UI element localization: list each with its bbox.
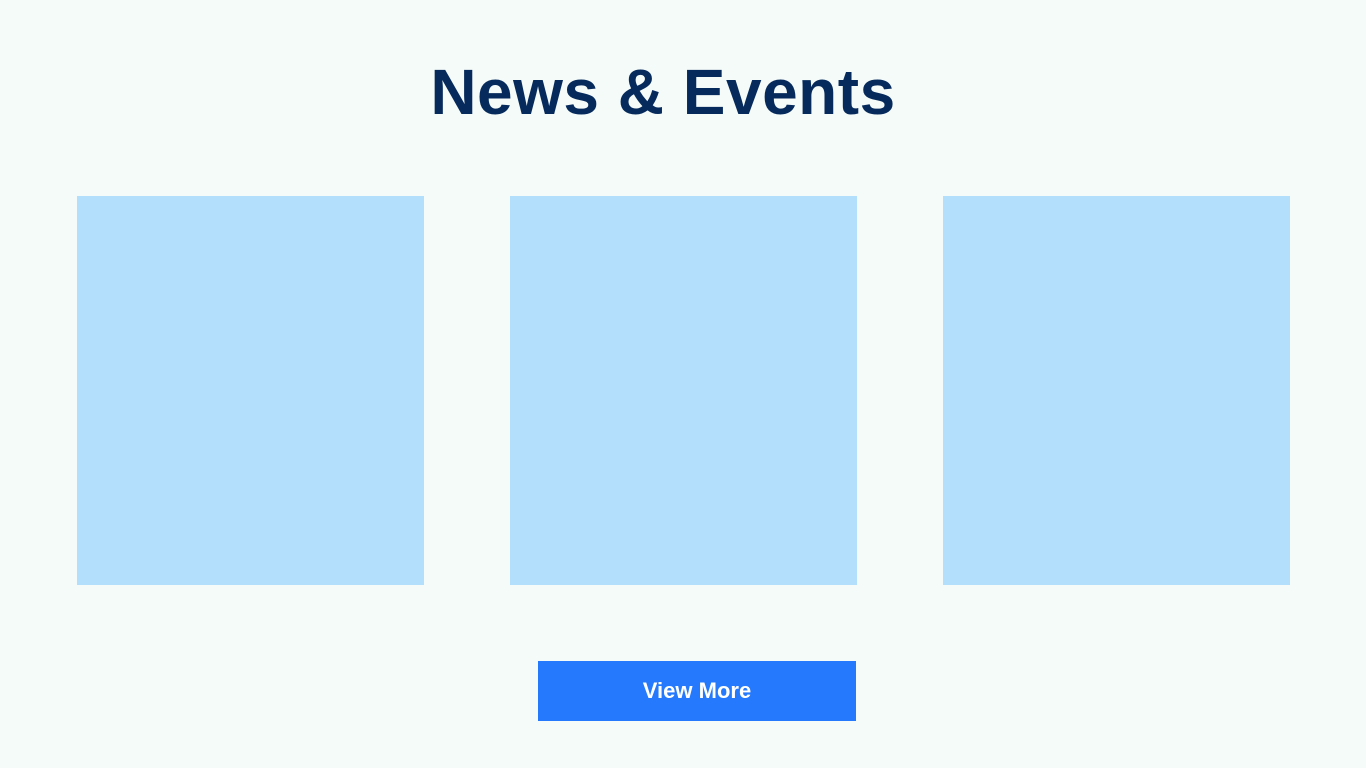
page-title: News & Events <box>430 56 896 128</box>
news-card[interactable] <box>510 196 857 585</box>
news-card[interactable] <box>943 196 1290 585</box>
news-card[interactable] <box>77 196 424 585</box>
view-more-button[interactable]: View More <box>538 661 856 721</box>
